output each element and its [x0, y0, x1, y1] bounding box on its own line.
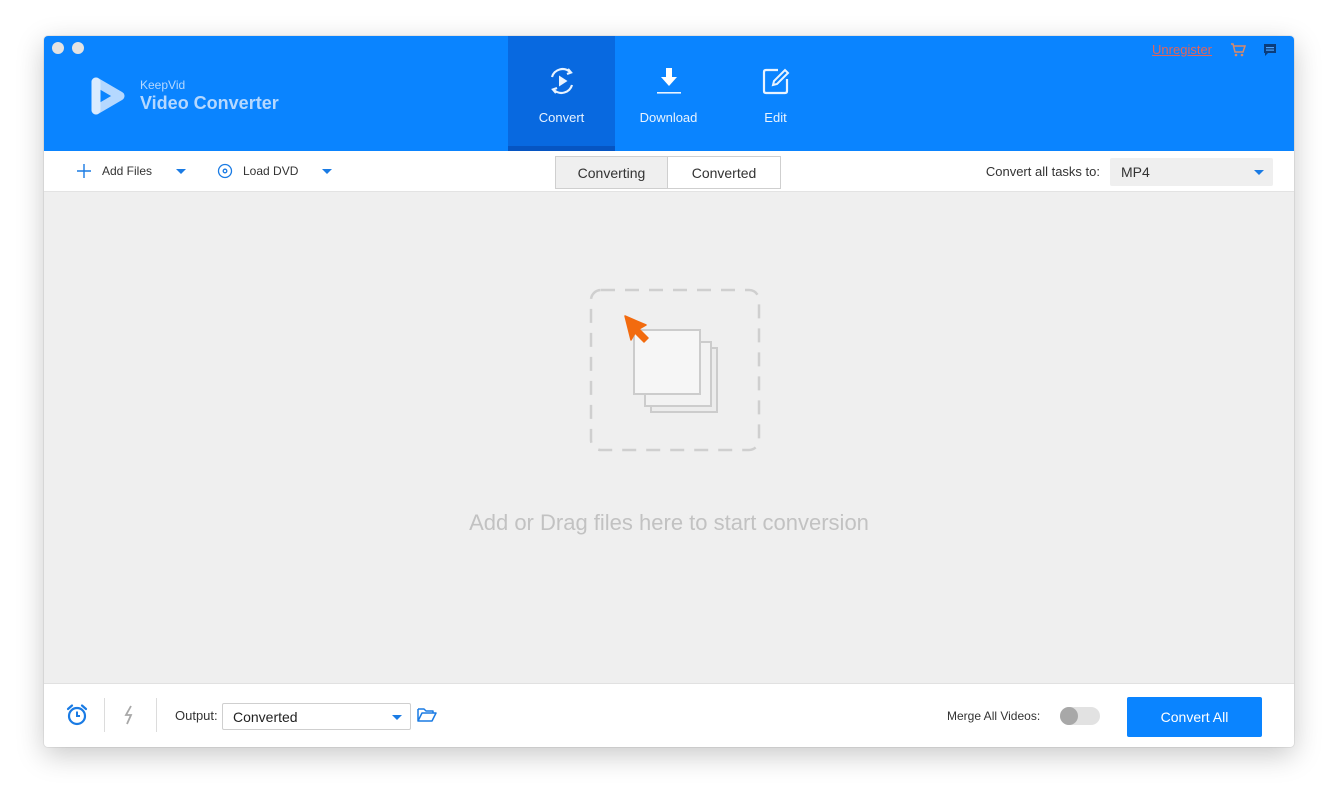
- convert-all-tasks-label: Convert all tasks to:: [985, 163, 1100, 179]
- footer-divider: [156, 698, 157, 732]
- minimize-window-button[interactable]: [72, 42, 84, 54]
- cart-icon[interactable]: [1230, 42, 1246, 57]
- app-logo: KeepVid Video Converter: [90, 76, 279, 116]
- convert-icon: [550, 68, 573, 94]
- footer-bar: Output: Converted Merge All Videos: Conv…: [44, 683, 1294, 747]
- toolbar: Add Files Load DVD Converting Converted …: [44, 151, 1294, 192]
- alarm-clock-icon[interactable]: [65, 703, 89, 727]
- nav-label-convert: Convert: [538, 110, 585, 125]
- status-tabs: Converting Converted: [555, 156, 781, 189]
- footer-divider: [104, 698, 105, 732]
- add-files-label: Add Files: [102, 164, 153, 178]
- add-files-dropdown-icon[interactable]: [176, 168, 187, 174]
- drop-hint-text: Add or Drag files here to start conversi…: [469, 510, 869, 535]
- dvd-disc-icon: [217, 163, 233, 179]
- merge-videos-toggle[interactable]: [1060, 707, 1100, 725]
- chevron-down-icon: [1254, 170, 1264, 175]
- open-folder-icon[interactable]: [417, 705, 437, 725]
- nav-label-download: Download: [639, 110, 698, 125]
- output-format-value: MP4: [1121, 164, 1150, 180]
- brand-small-text: KeepVid: [140, 78, 186, 92]
- output-format-select[interactable]: MP4: [1110, 158, 1273, 186]
- play-logo-icon: [91, 77, 125, 115]
- load-dvd-button[interactable]: Load DVD: [217, 151, 333, 191]
- window-controls: [52, 42, 84, 54]
- edit-icon: [762, 68, 789, 95]
- toggle-knob: [1060, 707, 1078, 725]
- plus-icon: [77, 164, 91, 178]
- chevron-down-icon: [392, 715, 402, 720]
- header-right: Unregister: [1152, 42, 1278, 57]
- output-label: Output:: [175, 708, 218, 723]
- download-icon: [656, 68, 681, 94]
- load-dvd-dropdown-icon[interactable]: [322, 168, 333, 174]
- unregister-link[interactable]: Unregister: [1152, 42, 1212, 57]
- merge-all-videos-label: Merge All Videos:: [947, 709, 1041, 723]
- file-drop-zone[interactable]: [589, 288, 761, 452]
- chat-icon[interactable]: [1262, 43, 1278, 57]
- lightning-icon[interactable]: [117, 703, 141, 727]
- tab-converting[interactable]: Converting: [556, 157, 668, 188]
- nav-tab-download[interactable]: Download: [615, 36, 722, 151]
- nav-tab-convert[interactable]: Convert: [508, 36, 615, 151]
- nav-tab-edit[interactable]: Edit: [722, 36, 829, 151]
- add-files-button[interactable]: Add Files: [76, 151, 187, 191]
- close-window-button[interactable]: [52, 42, 64, 54]
- nav-label-edit: Edit: [764, 110, 787, 125]
- load-dvd-label: Load DVD: [243, 164, 299, 178]
- brand-title: Video Converter: [140, 93, 279, 113]
- main-nav: Convert Download Edit: [508, 36, 829, 151]
- output-folder-value: Converted: [233, 708, 298, 725]
- app-window: KeepVid Video Converter Convert Download…: [44, 36, 1294, 747]
- output-folder-select[interactable]: Converted: [222, 703, 411, 730]
- app-header: KeepVid Video Converter Convert Download…: [44, 36, 1294, 151]
- convert-all-button[interactable]: Convert All: [1127, 697, 1262, 737]
- tab-converted[interactable]: Converted: [668, 157, 780, 188]
- drop-files-icon: [589, 288, 761, 452]
